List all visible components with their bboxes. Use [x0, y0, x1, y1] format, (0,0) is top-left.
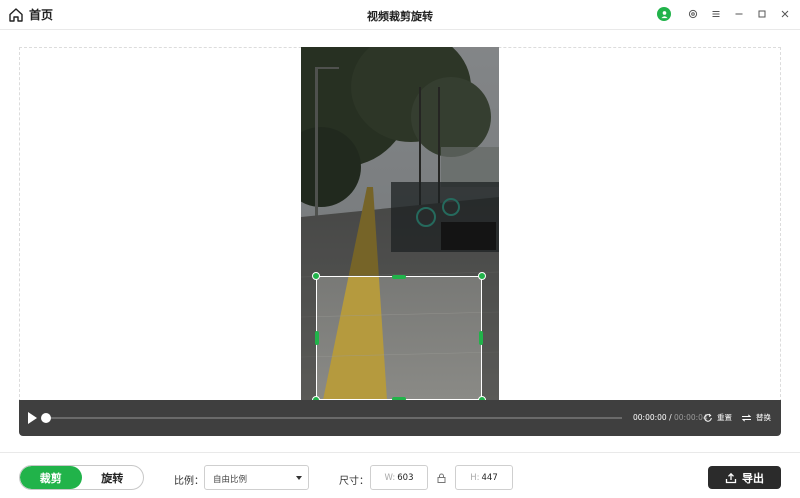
crop-selection-box[interactable] [312, 272, 486, 404]
reset-button[interactable]: 重置 [703, 412, 732, 423]
title-bar: 首页 视频裁剪旋转 [0, 0, 800, 30]
player-bar: 00:00:00 / 00:00:04 重置 替换 [19, 400, 781, 436]
size-label: 尺寸： [339, 476, 369, 487]
current-time: 00:00:00 [633, 413, 667, 422]
replace-label: 替换 [756, 413, 771, 422]
replace-button[interactable]: 替换 [741, 412, 771, 423]
crop-handle-top-left[interactable] [312, 272, 320, 280]
ratio-select[interactable]: 自由比例 [204, 465, 309, 490]
export-icon [725, 472, 737, 483]
ratio-value: 自由比例 [213, 475, 248, 485]
home-label: 首页 [29, 8, 54, 22]
crop-handle-top-right[interactable] [478, 272, 486, 280]
progress-thumb[interactable] [41, 413, 51, 423]
settings-icon[interactable] [686, 6, 700, 22]
progress-track[interactable] [46, 417, 622, 419]
width-prefix: W: [384, 472, 396, 483]
height-prefix: H: [470, 472, 480, 483]
ratio-label: 比例： [174, 476, 204, 487]
width-value: 603 [397, 472, 414, 483]
chevron-down-icon [296, 476, 302, 480]
window-controls [657, 6, 792, 22]
reset-label: 重置 [717, 413, 732, 422]
tab-crop[interactable]: 裁剪 [20, 466, 82, 489]
play-icon[interactable] [28, 412, 37, 424]
mode-tabs: 裁剪 旋转 [19, 465, 144, 490]
crop-handle-left[interactable] [315, 331, 319, 345]
export-button[interactable]: 导出 [708, 466, 781, 489]
reset-icon [704, 413, 712, 422]
width-input[interactable]: W: 603 [370, 465, 428, 490]
height-input[interactable]: H: 447 [455, 465, 513, 490]
replace-icon [741, 413, 752, 422]
time-separator: / [669, 413, 672, 422]
home-button[interactable]: 首页 [8, 6, 53, 23]
menu-icon[interactable] [709, 6, 723, 22]
lock-icon[interactable] [437, 473, 446, 483]
height-value: 447 [481, 472, 498, 483]
user-avatar-icon[interactable] [657, 7, 671, 21]
tab-rotate[interactable]: 旋转 [82, 466, 144, 489]
time-display: 00:00:00 / 00:00:04 [633, 413, 708, 422]
maximize-icon[interactable] [755, 6, 769, 22]
home-icon [9, 7, 23, 22]
crop-handle-right[interactable] [479, 331, 483, 345]
export-label: 导出 [742, 471, 764, 485]
minimize-icon[interactable] [732, 6, 746, 22]
close-icon[interactable] [778, 6, 792, 22]
crop-handle-top[interactable] [392, 275, 406, 279]
